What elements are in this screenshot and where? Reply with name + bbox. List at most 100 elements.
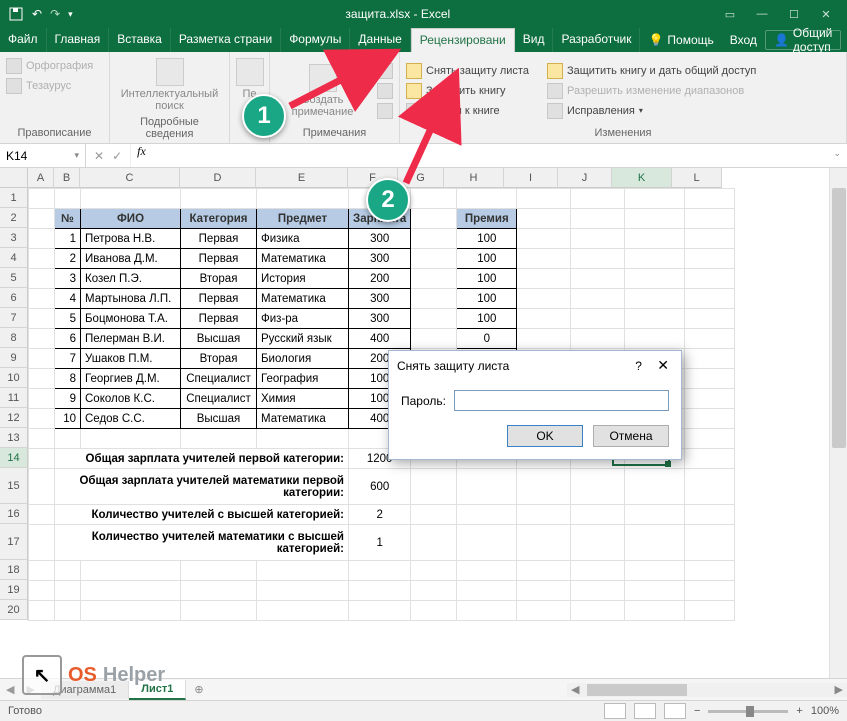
row-header[interactable]: 13 [0, 428, 28, 448]
cell[interactable] [181, 429, 257, 449]
tab-insert[interactable]: Вставка [109, 28, 171, 52]
cell[interactable] [411, 581, 457, 601]
cell[interactable] [29, 229, 55, 249]
cell[interactable]: 100 [457, 269, 517, 289]
cell[interactable] [571, 601, 625, 621]
cell[interactable]: Первая [181, 309, 257, 329]
cell[interactable]: Математика [257, 249, 349, 269]
add-sheet-icon[interactable]: ⊕ [186, 683, 211, 696]
cell[interactable] [517, 561, 571, 581]
row-header[interactable]: 17 [0, 524, 28, 560]
ribbon-options-icon[interactable]: ▭ [715, 4, 745, 24]
cell[interactable]: Боцмонова Т.А. [81, 309, 181, 329]
cell[interactable]: Первая [181, 289, 257, 309]
cell[interactable]: 10 [55, 409, 81, 429]
cell[interactable]: Специалист [181, 389, 257, 409]
column-header[interactable]: B [54, 168, 80, 188]
cell[interactable] [411, 289, 457, 309]
cell[interactable] [625, 249, 685, 269]
cell[interactable]: Физика [257, 229, 349, 249]
redo-icon[interactable]: ↷ [50, 7, 60, 21]
expand-formula-icon[interactable]: ⌄ [827, 144, 847, 167]
cell[interactable]: 8 [55, 369, 81, 389]
tab-developer[interactable]: Разработчик [553, 28, 640, 52]
cell[interactable] [517, 329, 571, 349]
cell[interactable] [625, 329, 685, 349]
cell[interactable] [411, 269, 457, 289]
cell[interactable] [685, 429, 735, 449]
cancel-button[interactable]: Отмена [593, 425, 669, 447]
column-header[interactable]: K [612, 168, 672, 188]
cell[interactable] [457, 505, 517, 525]
cell[interactable] [685, 505, 735, 525]
cell[interactable] [517, 229, 571, 249]
cell[interactable] [517, 209, 571, 229]
cell[interactable] [625, 189, 685, 209]
cell[interactable] [685, 561, 735, 581]
protect-share-button[interactable]: Защитить книгу и дать общий доступ [547, 61, 756, 81]
cell[interactable]: Общая зарплата учителей первой категории… [55, 449, 349, 469]
cell[interactable]: Петрова Н.В. [81, 229, 181, 249]
cell[interactable]: 2 [55, 249, 81, 269]
cell[interactable] [29, 449, 55, 469]
cell[interactable] [685, 389, 735, 409]
cell[interactable]: Русский язык [257, 329, 349, 349]
cell[interactable] [181, 189, 257, 209]
cancel-formula-icon[interactable]: ✕ [94, 149, 104, 163]
row-header[interactable]: 8 [0, 328, 28, 348]
column-header[interactable]: L [672, 168, 722, 188]
cell[interactable] [457, 581, 517, 601]
cell[interactable] [457, 469, 517, 505]
cell[interactable]: 100 [457, 249, 517, 269]
cell[interactable]: 5 [55, 309, 81, 329]
cell[interactable] [81, 429, 181, 449]
zoom-in-icon[interactable]: + [796, 705, 802, 717]
cell[interactable]: 200 [349, 269, 411, 289]
cell[interactable]: Соколов К.С. [81, 389, 181, 409]
cell[interactable]: Количество учителей с высшей категорией: [55, 505, 349, 525]
view-layout-icon[interactable] [634, 703, 656, 719]
dialog-help-icon[interactable]: ? [627, 359, 650, 373]
column-header[interactable]: C [80, 168, 180, 188]
cell[interactable]: Физ-ра [257, 309, 349, 329]
cell[interactable] [625, 229, 685, 249]
cell[interactable]: 400 [349, 329, 411, 349]
cell[interactable]: Общая зарплата учителей математики перво… [55, 469, 349, 505]
cell[interactable] [349, 561, 411, 581]
row-header[interactable]: 16 [0, 504, 28, 524]
cell[interactable] [685, 469, 735, 505]
row-header[interactable]: 20 [0, 600, 28, 620]
view-normal-icon[interactable] [604, 703, 626, 719]
cell[interactable]: 600 [349, 469, 411, 505]
smart-lookup-button[interactable]: Интеллектуальный поиск [116, 56, 223, 114]
cell[interactable]: 300 [349, 249, 411, 269]
cell[interactable]: Химия [257, 389, 349, 409]
cell[interactable] [517, 505, 571, 525]
row-header[interactable]: 10 [0, 368, 28, 388]
cell[interactable] [571, 505, 625, 525]
cell[interactable] [29, 309, 55, 329]
cell[interactable] [625, 601, 685, 621]
cell[interactable] [571, 189, 625, 209]
cell[interactable]: Высшая [181, 409, 257, 429]
cell[interactable] [625, 525, 685, 561]
cell[interactable] [625, 309, 685, 329]
cell[interactable] [685, 229, 735, 249]
cell[interactable]: Вторая [181, 269, 257, 289]
cell[interactable]: История [257, 269, 349, 289]
cell[interactable] [685, 209, 735, 229]
cell[interactable]: 1 [349, 525, 411, 561]
cell[interactable] [411, 561, 457, 581]
cell[interactable]: Иванова Д.М. [81, 249, 181, 269]
cell[interactable] [257, 429, 349, 449]
undo-icon[interactable]: ↶ [32, 7, 42, 21]
cell[interactable] [411, 209, 457, 229]
cell[interactable] [81, 581, 181, 601]
cell[interactable] [685, 525, 735, 561]
cell[interactable] [29, 369, 55, 389]
tell-me[interactable]: 💡Помощь [640, 28, 721, 52]
cell[interactable] [29, 601, 55, 621]
cell[interactable] [625, 581, 685, 601]
cell[interactable] [685, 581, 735, 601]
cell[interactable] [411, 505, 457, 525]
